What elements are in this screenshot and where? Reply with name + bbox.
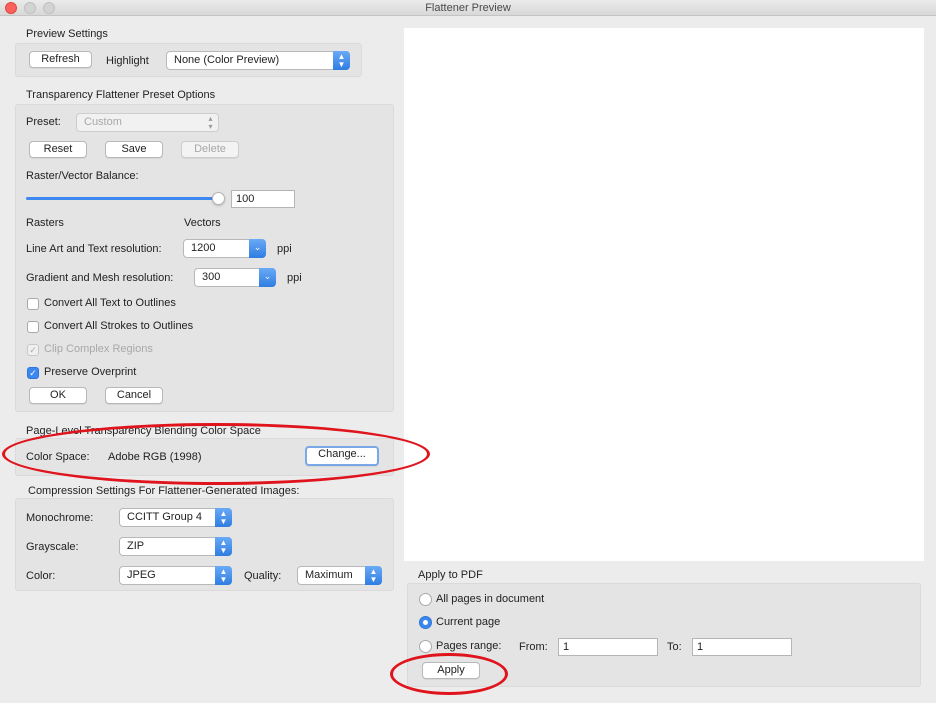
quality-label: Quality:: [244, 570, 282, 582]
chevron-updown-icon: ▲ ▼: [215, 508, 232, 527]
grayscale-label: Grayscale:: [26, 541, 79, 553]
all-pages-label: All pages in document: [436, 593, 545, 605]
highlight-label: Highlight: [106, 55, 149, 67]
quality-value: Maximum: [305, 569, 353, 581]
to-page-field[interactable]: 1: [692, 638, 792, 656]
zoom-window-button[interactable]: [43, 2, 55, 14]
convert-strokes-checkbox[interactable]: [27, 321, 39, 333]
save-button[interactable]: Save: [105, 141, 163, 158]
window-titlebar: Flattener Preview: [0, 0, 936, 16]
current-page-label: Current page: [436, 616, 501, 628]
color-compression-value: JPEG: [127, 569, 156, 581]
close-window-button[interactable]: [5, 2, 17, 14]
from-page-field[interactable]: 1: [558, 638, 658, 656]
chevron-down-icon: ⌄: [259, 268, 276, 287]
chevron-updown-icon: ▲ ▼: [215, 537, 232, 556]
delete-button[interactable]: Delete: [181, 141, 239, 158]
to-label: To:: [667, 641, 682, 653]
chevron-updown-icon: ▲ ▼: [333, 51, 350, 70]
preset-options-title: Transparency Flattener Preset Options: [26, 89, 216, 101]
minimize-window-button[interactable]: [24, 2, 36, 14]
ok-button[interactable]: OK: [29, 387, 87, 404]
reset-button[interactable]: Reset: [29, 141, 87, 158]
clip-complex-label: Clip Complex Regions: [44, 343, 153, 355]
balance-value-field[interactable]: 100: [231, 190, 295, 208]
line-art-resolution-value: 1200: [191, 242, 216, 254]
window-title: Flattener Preview: [425, 2, 511, 14]
all-pages-radio[interactable]: [419, 593, 432, 606]
gradient-resolution-label: Gradient and Mesh resolution:: [26, 272, 174, 284]
convert-text-checkbox[interactable]: [27, 298, 39, 310]
cancel-button[interactable]: Cancel: [105, 387, 163, 404]
apply-pdf-title: Apply to PDF: [418, 569, 483, 581]
color-compression-select[interactable]: JPEG ▲ ▼: [119, 566, 232, 585]
preserve-overprint-label: Preserve Overprint: [44, 366, 137, 378]
change-color-space-button[interactable]: Change...: [305, 446, 379, 466]
highlight-value: None (Color Preview): [174, 54, 280, 66]
preserve-overprint-checkbox[interactable]: ✓: [27, 367, 39, 379]
compression-title: Compression Settings For Flattener-Gener…: [28, 485, 300, 497]
preset-select[interactable]: Custom ▴ ▾: [76, 113, 219, 132]
clip-complex-checkbox[interactable]: ✓: [27, 344, 39, 356]
blending-title: Page-Level Transparency Blending Color S…: [26, 425, 261, 437]
balance-slider-track[interactable]: [26, 197, 218, 200]
quality-select[interactable]: Maximum ▲ ▼: [297, 566, 382, 585]
highlight-select[interactable]: None (Color Preview) ▲ ▼: [166, 51, 350, 70]
chevron-down-icon: ⌄: [249, 239, 266, 258]
chevron-updown-icon: ▴ ▾: [208, 114, 213, 131]
color-space-label: Color Space:: [26, 451, 90, 463]
monochrome-value: CCITT Group 4: [127, 511, 202, 523]
line-art-resolution-combo[interactable]: 1200 ⌄: [183, 239, 266, 258]
chevron-updown-icon: ▲ ▼: [365, 566, 382, 585]
line-art-resolution-label: Line Art and Text resolution:: [26, 243, 162, 255]
gradient-resolution-value: 300: [202, 271, 221, 283]
pages-range-label: Pages range:: [436, 640, 502, 652]
vectors-label: Vectors: [184, 217, 221, 229]
balance-label: Raster/Vector Balance:: [26, 170, 139, 182]
refresh-button[interactable]: Refresh: [29, 51, 92, 68]
preset-value: Custom: [84, 116, 122, 128]
convert-strokes-label: Convert All Strokes to Outlines: [44, 320, 194, 332]
color-label: Color:: [26, 570, 56, 582]
balance-slider-knob[interactable]: [212, 192, 225, 205]
flattener-preview-canvas[interactable]: [404, 28, 924, 561]
preview-settings-title: Preview Settings: [26, 28, 108, 40]
color-space-value: Adobe RGB (1998): [108, 451, 202, 463]
grayscale-value: ZIP: [127, 540, 145, 552]
rasters-label: Rasters: [26, 217, 64, 229]
from-label: From:: [519, 641, 548, 653]
convert-text-label: Convert All Text to Outlines: [44, 297, 176, 309]
current-page-radio[interactable]: [419, 616, 432, 629]
gradient-ppi-label: ppi: [287, 272, 302, 284]
chevron-updown-icon: ▲ ▼: [215, 566, 232, 585]
monochrome-label: Monochrome:: [26, 512, 94, 524]
line-art-ppi-label: ppi: [277, 243, 292, 255]
gradient-resolution-combo[interactable]: 300 ⌄: [194, 268, 276, 287]
monochrome-select[interactable]: CCITT Group 4 ▲ ▼: [119, 508, 232, 527]
pages-range-radio[interactable]: [419, 640, 432, 653]
grayscale-select[interactable]: ZIP ▲ ▼: [119, 537, 232, 556]
apply-button[interactable]: Apply: [422, 662, 480, 679]
preset-label: Preset:: [26, 116, 61, 128]
balance-slider-fill: [26, 197, 218, 200]
